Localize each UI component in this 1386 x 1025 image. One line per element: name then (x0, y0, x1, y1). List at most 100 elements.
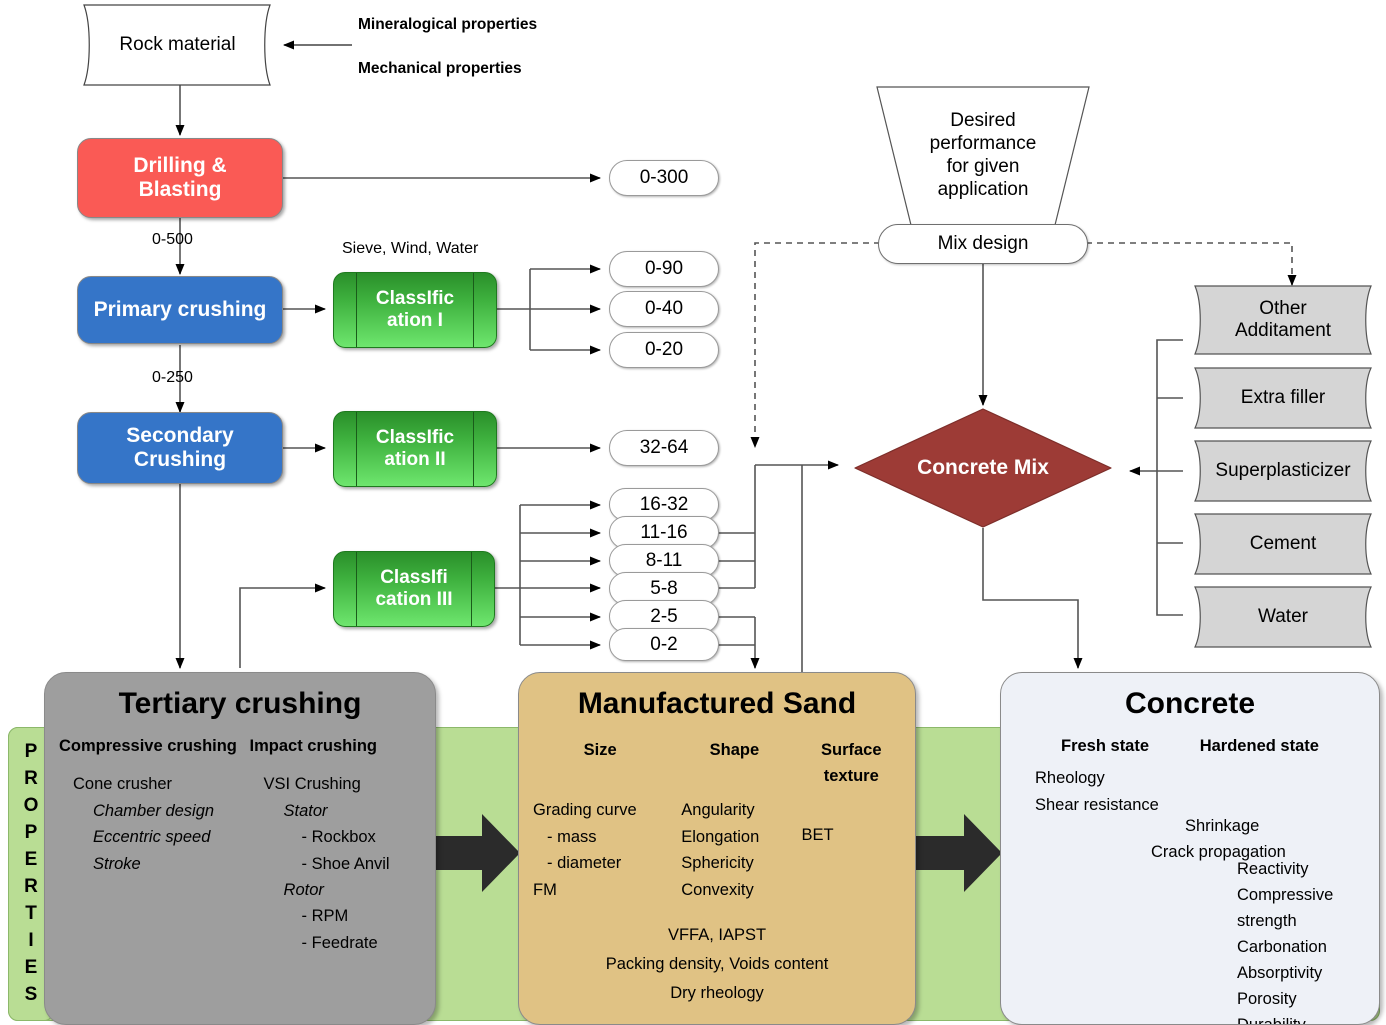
fresh-state-heading: Fresh state (1061, 737, 1150, 755)
material-label-line1: Superplasticizer (1215, 460, 1351, 482)
tertiary-crushing-panel[interactable]: Tertiary crushing Compressive crushing C… (44, 672, 436, 1025)
size-pill-32-64[interactable]: 32-64 (609, 430, 719, 466)
sand-item: - diameter (547, 854, 622, 873)
drilling-blasting-label-line2: Blasting (138, 178, 222, 201)
sand-item: FM (533, 880, 557, 899)
cylinder-line-left (356, 552, 357, 626)
surface-texture-heading-line1: Surface (820, 741, 882, 759)
sand-item: Angularity (681, 801, 755, 820)
concrete-item: Compressive (1237, 886, 1334, 905)
surface-texture-column: Surface texture BET (802, 737, 901, 903)
concrete-mix-label: Concrete Mix (917, 456, 1049, 479)
material-other-additament[interactable]: Other Additament (1183, 285, 1383, 355)
classification-i-label-line2: ation I (387, 310, 443, 331)
size-pill-label: 16-32 (639, 493, 689, 515)
material-label-group: Other Additament (1183, 285, 1383, 355)
material-cement[interactable]: Cement (1183, 513, 1383, 575)
size-pill-0-40[interactable]: 0-40 (609, 291, 719, 327)
tertiary-item: Stroke (93, 854, 141, 873)
classification-ii-node[interactable]: ClassIfic ation II (333, 411, 497, 487)
size-pill-0-90[interactable]: 0-90 (609, 251, 719, 287)
surface-texture-heading-line2: texture (823, 767, 879, 786)
size-pill-label: 0-40 (644, 298, 684, 319)
manufactured-sand-title: Manufactured Sand (577, 687, 857, 720)
manufactured-sand-panel[interactable]: Manufactured Sand Size Grading curve - m… (518, 672, 916, 1025)
size-pill-0-20[interactable]: 0-20 (609, 332, 719, 368)
mechanical-properties-label: Mechanical properties (358, 60, 522, 77)
tertiary-item: Eccentric speed (93, 828, 211, 847)
secondary-crushing-node[interactable]: Secondary Crushing (77, 412, 283, 484)
mix-design-node[interactable]: Mix design (878, 224, 1088, 264)
size-pill-label: 32-64 (639, 437, 689, 458)
sand-columns: Size Grading curve - mass - diameter FM … (519, 721, 915, 903)
properties-letter: O (23, 795, 39, 817)
concrete-item: Durability (1237, 1012, 1333, 1024)
classification-i-node[interactable]: ClassIfic ation I (333, 272, 497, 348)
flow-label-0-500: 0-500 (152, 231, 193, 248)
desired-line-2: performance (929, 133, 1037, 155)
mix-design-label: Mix design (937, 233, 1029, 254)
tertiary-crushing-title: Tertiary crushing (118, 687, 362, 720)
material-water[interactable]: Water (1183, 586, 1383, 648)
material-extra-filler[interactable]: Extra filler (1183, 367, 1383, 429)
material-label-line1: Cement (1249, 533, 1317, 555)
cylinder-line-right (473, 412, 474, 486)
size-pill-label: 0-2 (650, 633, 678, 655)
concrete-panel[interactable]: Concrete Fresh state Rheology Shear resi… (1000, 672, 1380, 1025)
material-superplasticizer[interactable]: Superplasticizer (1183, 440, 1383, 502)
cylinder-line-left (356, 273, 357, 347)
primary-crushing-node[interactable]: Primary crushing (77, 276, 283, 344)
sand-item: Sphericity (681, 854, 754, 873)
concrete-mix-node[interactable]: Concrete Mix (852, 406, 1114, 530)
classification-i-label-line1: ClassIfic (375, 288, 455, 310)
compressive-crushing-heading: Compressive crushing (59, 737, 237, 755)
properties-letter: E (24, 849, 38, 871)
sand-item: - mass (547, 827, 597, 846)
desired-performance-text: Desired performance for given applicatio… (872, 86, 1094, 226)
size-pill-label: 5-8 (650, 577, 678, 599)
drilling-blasting-label-line1: Drilling & (133, 154, 227, 178)
size-heading: Size (583, 741, 617, 759)
size-pill-label: 0-90 (644, 258, 684, 279)
tertiary-item: - RPM (301, 907, 349, 926)
sand-item: Convexity (681, 880, 754, 899)
concrete-item: Absorptivity (1237, 964, 1323, 983)
concrete-item: Reactivity (1237, 860, 1309, 878)
classification-iii-node[interactable]: ClassIfi cation III (333, 551, 495, 627)
concrete-item: Shrinkage (1185, 817, 1260, 835)
size-pill-0-2[interactable]: 0-2 (609, 628, 719, 661)
tertiary-item: Chamber design (93, 801, 215, 820)
hardened-state-column: Hardened state (1200, 733, 1365, 818)
material-label-line2: Additament (1234, 320, 1332, 341)
cylinder-line-right (473, 273, 474, 347)
concrete-item: Carbonation (1237, 938, 1327, 957)
properties-letter: S (24, 983, 38, 1005)
impact-crushing-column: Impact crushing VSI Crushing Stator - Ro… (250, 733, 421, 956)
properties-letter: P (24, 741, 38, 763)
classification-ii-label-line1: ClassIfic (375, 427, 455, 449)
size-pill-label: 0-300 (639, 167, 689, 188)
tertiary-item: - Rockbox (301, 828, 376, 847)
hardened-state-items: Reactivity Compressive strength Carbonat… (1237, 856, 1334, 1024)
desired-line-1: Desired (950, 110, 1016, 132)
tertiary-item: VSI Crushing (263, 775, 361, 794)
tertiary-item: Cone crusher (73, 775, 173, 794)
concrete-item: Porosity (1237, 990, 1297, 1009)
material-label-line1: Water (1258, 606, 1308, 628)
flow-label-0-250: 0-250 (152, 369, 193, 386)
concrete-item: Rheology (1035, 769, 1105, 788)
flowchart-canvas: Rock material Mineralogical properties M… (0, 0, 1386, 1025)
size-pill-0-300[interactable]: 0-300 (609, 160, 719, 196)
material-label-line1: Extra filler (1240, 387, 1326, 409)
material-label-line1: Other (1259, 298, 1307, 320)
concrete-title: Concrete (1124, 687, 1256, 720)
compressive-crushing-column: Compressive crushing Cone crusher Chambe… (59, 733, 250, 956)
concrete-item: strength (1237, 912, 1297, 931)
properties-letter: R (24, 768, 38, 790)
secondary-crushing-label-line1: Secondary (126, 424, 234, 448)
mineralogical-properties-label: Mineralogical properties (358, 16, 538, 33)
shape-heading: Shape (709, 741, 760, 759)
drilling-blasting-node[interactable]: Drilling & Blasting (77, 138, 283, 218)
sand-item: Elongation (681, 827, 760, 846)
flow-arrow-right-icon-1 (430, 814, 520, 892)
